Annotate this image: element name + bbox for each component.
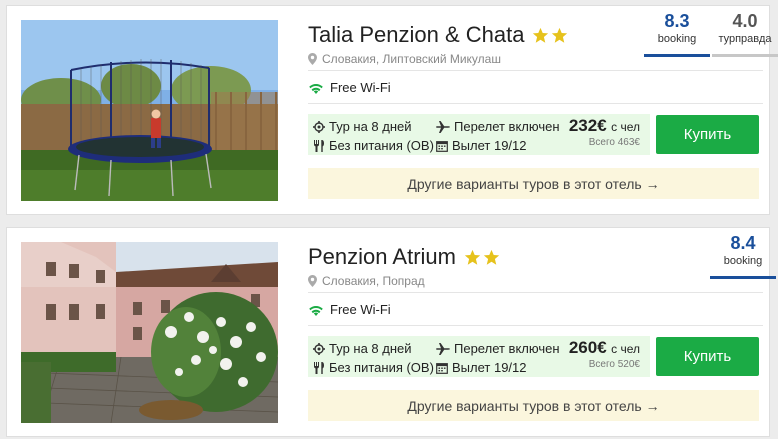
gear-icon: [313, 120, 325, 133]
tour-flight: Перелет включен: [436, 341, 560, 356]
price-total: Всего 463€: [588, 137, 640, 148]
other-tours-link[interactable]: Другие варианты туров в этот отель →: [308, 168, 759, 199]
rating-score: 8.3: [664, 11, 690, 31]
rating-score: 8.4: [730, 233, 756, 253]
amenity-label: Free Wi-Fi: [330, 80, 391, 95]
airplane-icon: [436, 342, 450, 355]
rating-booking[interactable]: 8.3 booking: [644, 6, 710, 57]
hotel-photo-trampoline[interactable]: [21, 20, 278, 201]
tour-flight: Перелет включен: [436, 119, 560, 134]
amenity-label: Free Wi-Fi: [330, 302, 391, 317]
buy-button[interactable]: Купить: [656, 337, 759, 376]
departure-text: Вылет 19/12: [452, 360, 527, 375]
star-icon: [483, 249, 500, 265]
flight-text: Перелет включен: [454, 119, 560, 134]
tour-details: Тур на 8 дней Без питания (OB) Перелет в…: [308, 336, 650, 377]
meals-text: Без питания (OB): [329, 138, 434, 153]
tour-meals: Без питания (OB): [313, 138, 434, 153]
amenity-wifi: Free Wi-Fi: [308, 302, 391, 317]
meals-text: Без питания (OB): [329, 360, 434, 375]
hotel-photo-atrium[interactable]: [21, 242, 278, 423]
location-pin-icon: [308, 53, 317, 65]
hotel-title-row: Talia Penzion & Chata: [308, 22, 568, 48]
tour-meals: Без питания (OB): [313, 360, 434, 375]
hotel-location: Словакия, Липтовский Микулаш: [308, 52, 501, 66]
hotel-card: Talia Penzion & Chata Словакия, Липтовск…: [6, 5, 778, 215]
price-per-person: 232€: [568, 116, 607, 135]
hotel-card: Penzion Atrium Словакия, Попрад Free Wi-…: [6, 227, 776, 437]
price-per-person: 260€: [568, 338, 607, 357]
rating-source: booking: [657, 33, 697, 45]
hotel-location: Словакия, Попрад: [308, 274, 425, 288]
hotel-name[interactable]: Penzion Atrium: [308, 244, 456, 270]
wifi-icon: [309, 305, 323, 316]
price-total: Всего 520€: [588, 359, 640, 370]
airplane-icon: [436, 120, 450, 133]
rating-turpravda[interactable]: 4.0 турправда: [712, 6, 778, 57]
other-tours-link[interactable]: Другие варианты туров в этот отель →: [308, 390, 759, 421]
calendar-icon: [436, 362, 448, 374]
divider: [308, 70, 763, 71]
utensils-icon: [314, 361, 324, 374]
rating-source: турправда: [718, 33, 772, 45]
price-block: 232€ с чел Всего 463€: [569, 116, 640, 148]
tour-details: Тур на 8 дней Без питания (OB) Перелет в…: [308, 114, 650, 155]
rating-booking[interactable]: 8.4 booking: [710, 228, 776, 279]
hotel-name[interactable]: Talia Penzion & Chata: [308, 22, 524, 48]
flight-text: Перелет включен: [454, 341, 560, 356]
rating-source: booking: [723, 255, 763, 267]
price-block: 260€ с чел Всего 520€: [569, 338, 640, 370]
divider: [308, 292, 763, 293]
tour-duration: Тур на 8 дней: [313, 119, 412, 134]
gear-icon: [313, 342, 325, 355]
divider: [308, 103, 763, 104]
duration-text: Тур на 8 дней: [329, 341, 412, 356]
location-pin-icon: [308, 275, 317, 287]
tour-duration: Тур на 8 дней: [313, 341, 412, 356]
departure-text: Вылет 19/12: [452, 138, 527, 153]
star-icon: [552, 27, 568, 43]
star-icon: [464, 249, 481, 265]
calendar-icon: [436, 140, 448, 152]
amenity-wifi: Free Wi-Fi: [308, 80, 391, 95]
hotel-stars: [464, 249, 500, 266]
wifi-icon: [309, 83, 323, 94]
price-unit: с чел: [611, 120, 640, 134]
tour-departure: Вылет 19/12: [436, 138, 527, 153]
buy-button[interactable]: Купить: [656, 115, 759, 154]
location-text: Словакия, Липтовский Микулаш: [322, 52, 501, 66]
utensils-icon: [314, 139, 324, 152]
price-unit: с чел: [611, 342, 640, 356]
rating-score: 4.0: [732, 11, 758, 31]
hotel-title-row: Penzion Atrium: [308, 244, 500, 270]
location-text: Словакия, Попрад: [322, 274, 425, 288]
hotel-stars: [532, 27, 568, 44]
star-icon: [533, 27, 549, 43]
divider: [308, 325, 763, 326]
duration-text: Тур на 8 дней: [329, 119, 412, 134]
tour-departure: Вылет 19/12: [436, 360, 527, 375]
